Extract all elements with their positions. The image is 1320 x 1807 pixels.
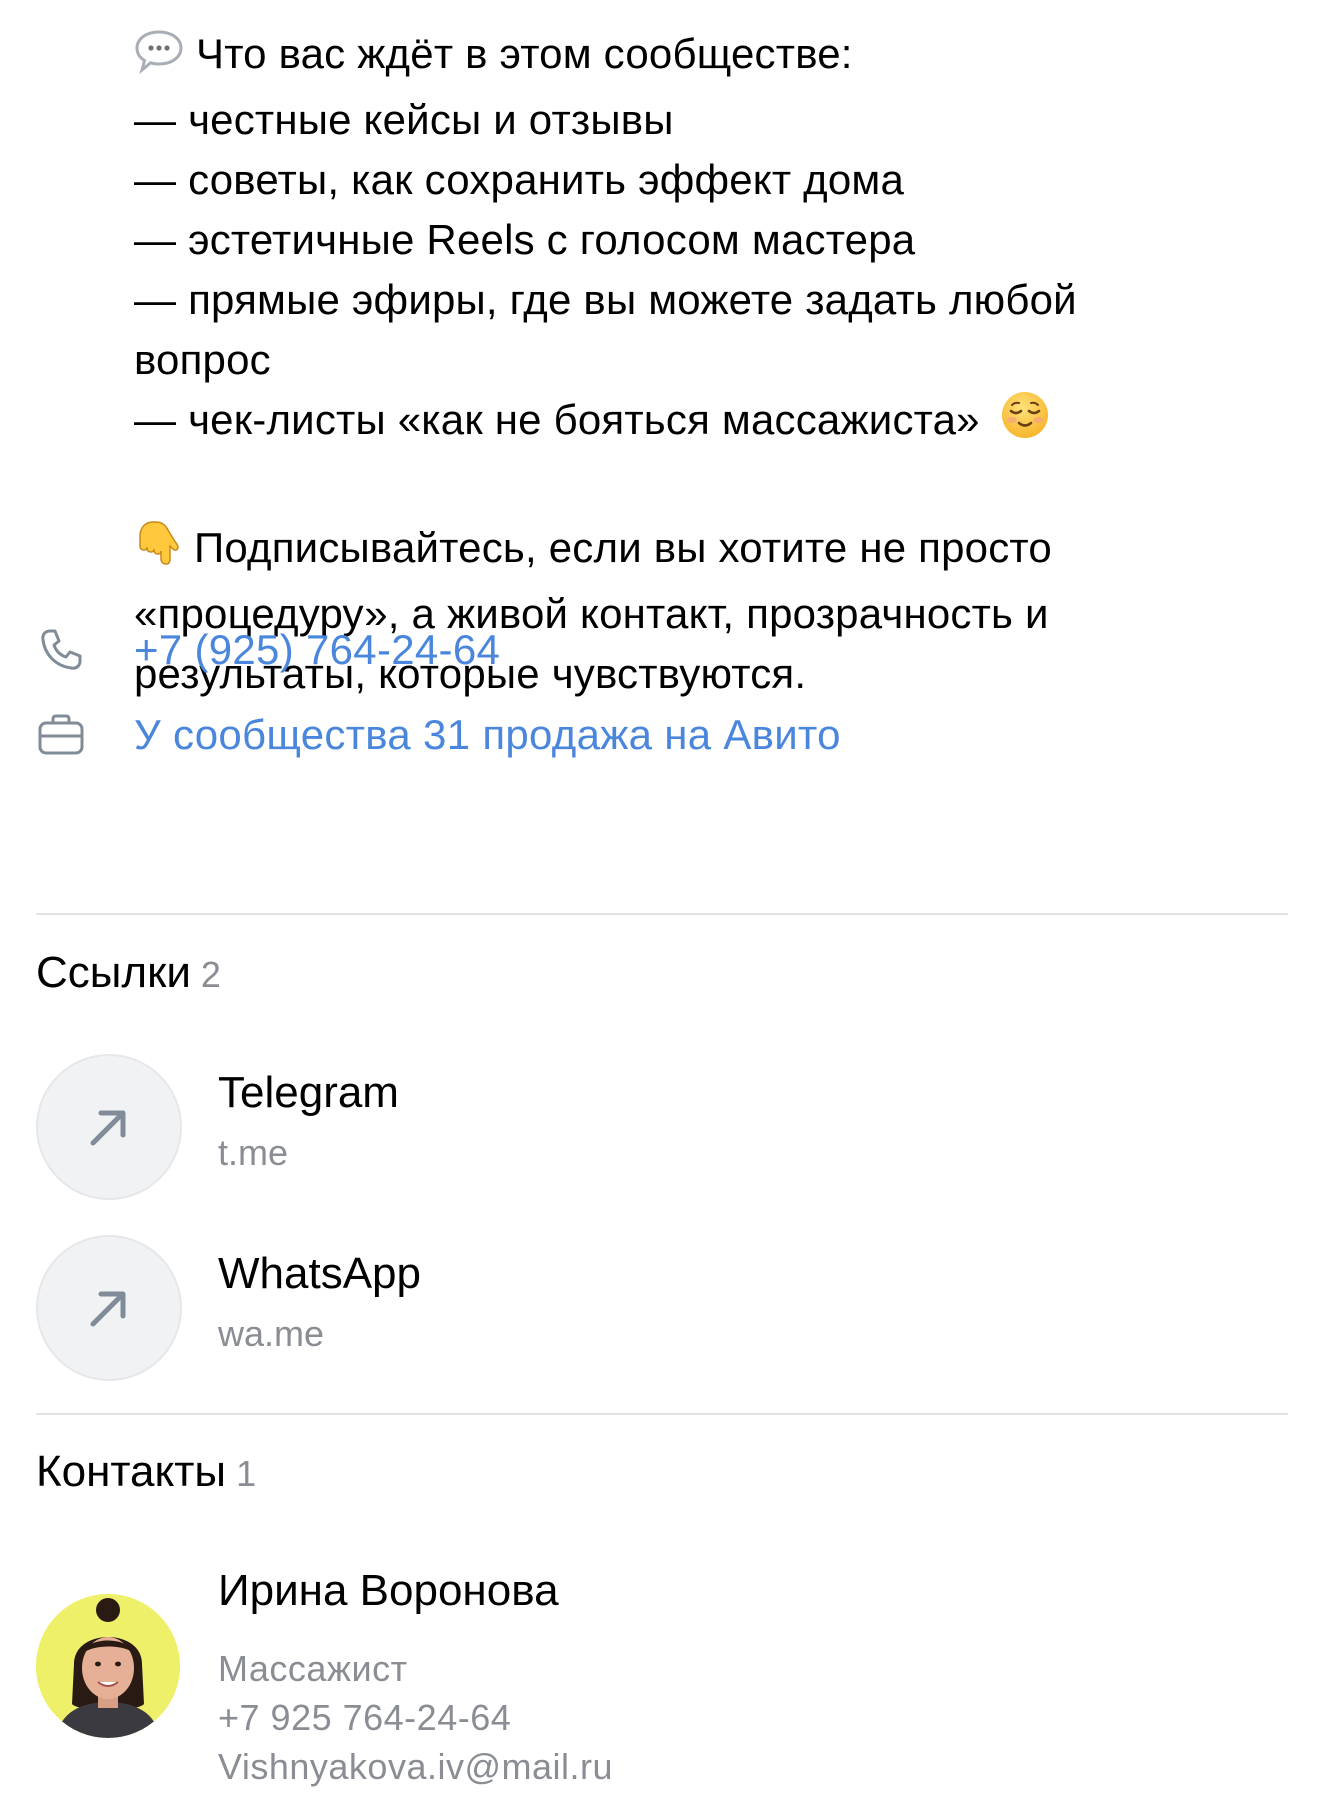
link-circle xyxy=(36,1054,182,1200)
link-circle xyxy=(36,1235,182,1381)
arrow-up-right-icon xyxy=(90,1110,126,1146)
phone-row[interactable]: +7 (925) 764-24-64 xyxy=(36,620,500,680)
link-title: Telegram xyxy=(218,1068,399,1117)
link-domain: t.me xyxy=(218,1132,289,1173)
description-line: Подписывайтесь, если вы хотите не просто xyxy=(134,516,1254,584)
briefcase-icon xyxy=(36,705,96,765)
link-item-telegram[interactable]: Telegram t.me xyxy=(36,1054,1236,1200)
sales-row[interactable]: У сообщества 31 продажа на Авито xyxy=(36,705,840,765)
phone-icon xyxy=(36,620,96,680)
divider xyxy=(36,913,1288,915)
link-item-whatsapp[interactable]: WhatsApp wa.me xyxy=(36,1235,1236,1381)
community-description: Что вас ждёт в этом сообществе: — честны… xyxy=(134,24,1254,704)
link-domain: wa.me xyxy=(218,1313,325,1354)
contact-phone[interactable]: +7 925 764-24-64 xyxy=(218,1697,511,1739)
link-title: WhatsApp xyxy=(218,1249,421,1298)
description-line: Что вас ждёт в этом сообществе: xyxy=(134,24,1254,90)
relieved-face-emoji xyxy=(1000,390,1050,456)
description-line: — советы, как сохранить эффект дома xyxy=(134,156,905,203)
contact-role: Массажист xyxy=(218,1648,408,1689)
links-count: 2 xyxy=(200,954,221,995)
description-line: — честные кейсы и отзывы xyxy=(134,96,674,143)
contact-item[interactable]: Ирина Воронова Массажист +7 925 764-24-6… xyxy=(36,1566,1236,1796)
speech-bubble-emoji xyxy=(134,28,184,90)
contacts-section-title: Контакты 1 xyxy=(36,1447,257,1496)
divider xyxy=(36,1413,1288,1415)
contacts-count: 1 xyxy=(236,1453,257,1494)
phone-link[interactable]: +7 (925) 764-24-64 xyxy=(134,626,500,674)
description-line: — чек-листы «как не бояться массажиста» xyxy=(134,390,1254,456)
arrow-up-right-icon xyxy=(90,1291,126,1327)
pointing-down-emoji xyxy=(134,516,182,584)
description-line: — прямые эфиры, где вы можете задать люб… xyxy=(134,276,1077,323)
contact-name: Ирина Воронова xyxy=(218,1566,559,1615)
contact-email[interactable]: Vishnyakova.iv@mail.ru xyxy=(218,1746,613,1788)
description-line: вопрос xyxy=(134,336,271,383)
links-section-title: Ссылки 2 xyxy=(36,948,221,997)
avatar xyxy=(36,1594,180,1738)
description-line: — эстетичные Reels с голосом мастера xyxy=(134,216,916,263)
avito-sales-link[interactable]: У сообщества 31 продажа на Авито xyxy=(134,711,841,759)
